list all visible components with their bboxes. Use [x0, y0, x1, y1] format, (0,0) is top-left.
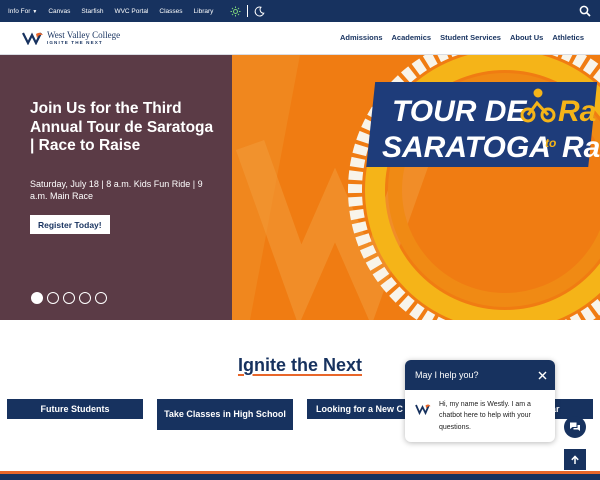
carousel-dots [31, 292, 107, 304]
chatbot-body: Hi, my name is Westly. I am a chatbot he… [405, 390, 555, 433]
utility-bar: Info For ▼ Canvas Starfish WVC Portal Cla… [0, 0, 600, 22]
close-icon[interactable] [536, 369, 548, 381]
banner-to: to [545, 136, 556, 150]
carousel-dot-5[interactable] [95, 292, 107, 304]
carousel-dot-2[interactable] [47, 292, 59, 304]
chatbot-avatar-icon [415, 404, 431, 415]
back-to-top-button[interactable] [564, 449, 586, 470]
main-nav: Admissions Academics Student Services Ab… [340, 33, 584, 42]
register-button[interactable]: Register Today! [30, 215, 110, 234]
banner-line2: SARATOGA [382, 131, 551, 164]
hero-carousel: TOUR DE SARATOGA Ra to Ra Join Us for th… [0, 55, 600, 320]
chat-bubble-icon [570, 422, 580, 431]
logo-tagline: IGNITE THE NEXT [47, 40, 103, 45]
moon-icon[interactable] [254, 6, 265, 17]
nav-athletics[interactable]: Athletics [552, 33, 584, 42]
carousel-dot-3[interactable] [63, 292, 75, 304]
wvc-logo-mark-icon [22, 32, 43, 46]
library-link[interactable]: Library [194, 8, 214, 15]
logo-name: West Valley College [47, 30, 121, 40]
main-header: West Valley College IGNITE THE NEXT Admi… [0, 22, 600, 55]
banner-line1: TOUR DE [392, 95, 527, 128]
classes-link[interactable]: Classes [159, 8, 182, 15]
carousel-dot-1[interactable] [31, 292, 43, 304]
search-icon[interactable] [578, 4, 592, 18]
future-students-button[interactable]: Future Students [7, 399, 143, 419]
chat-launcher-button[interactable] [564, 416, 586, 438]
chatbot-header: May I help you? [405, 360, 555, 390]
college-logo[interactable]: West Valley College IGNITE THE NEXT [22, 31, 120, 46]
nav-admissions[interactable]: Admissions [340, 33, 383, 42]
sun-icon[interactable] [230, 6, 241, 17]
nav-student-services[interactable]: Student Services [440, 33, 501, 42]
banner-line1-tail: Ra [558, 95, 596, 128]
section-title-text: Ignite the Next [237, 355, 362, 375]
arrow-up-icon [571, 454, 579, 464]
canvas-link[interactable]: Canvas [48, 8, 70, 15]
starfish-link[interactable]: Starfish [81, 8, 103, 15]
wvc-portal-link[interactable]: WVC Portal [114, 8, 148, 15]
carousel-dot-4[interactable] [79, 292, 91, 304]
chatbot-message: Hi, my name is Westly. I am a chatbot he… [439, 401, 531, 431]
hero-subtitle: Saturday, July 18 | 8 a.m. Kids Fun Ride… [30, 179, 203, 201]
info-for-label: Info For [8, 7, 31, 15]
high-school-classes-button[interactable]: Take Classes in High School [157, 399, 293, 430]
banner-line2-tail: Ra [562, 131, 600, 164]
info-for-menu[interactable]: Info For ▼ [8, 8, 37, 15]
nav-about-us[interactable]: About Us [510, 33, 543, 42]
chatbot-header-text: May I help you? [415, 370, 479, 380]
footer-strip [0, 471, 600, 480]
chevron-down-icon: ▼ [32, 8, 38, 15]
chatbot-popup: May I help you? Hi, my name is Westly. I… [405, 360, 555, 442]
nav-academics[interactable]: Academics [392, 33, 432, 42]
hero-title: Join Us for the Third Annual Tour de Sar… [30, 100, 214, 155]
theme-divider [247, 5, 249, 17]
